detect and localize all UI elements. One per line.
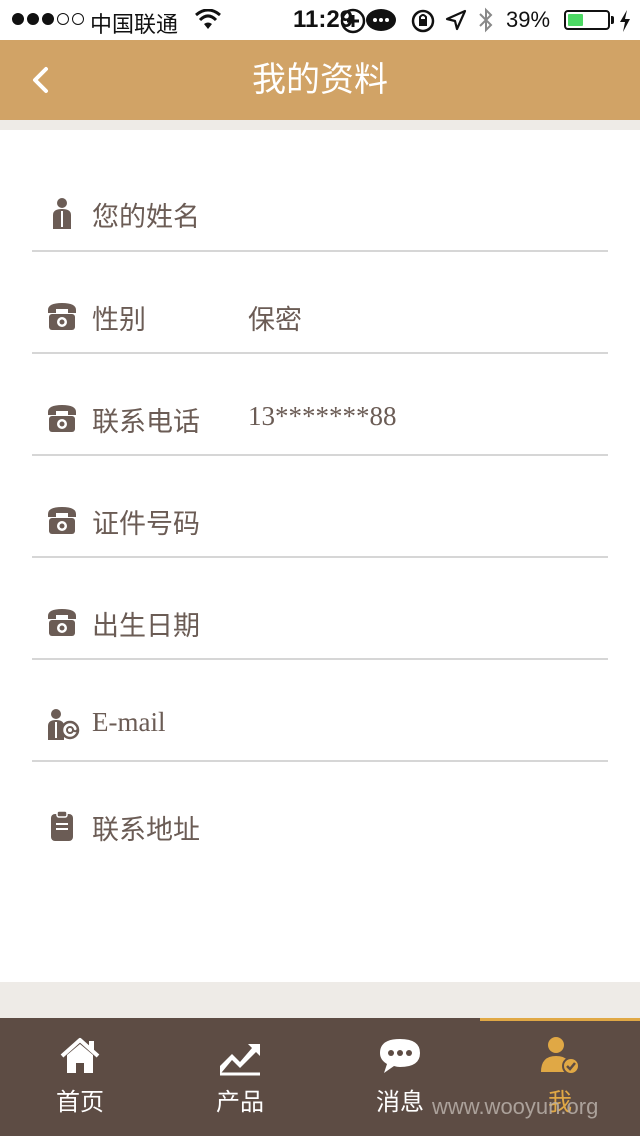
wifi-icon bbox=[195, 8, 221, 36]
charging-bolt-icon bbox=[618, 9, 632, 38]
field-name-row[interactable]: 您的姓名 bbox=[32, 150, 608, 252]
user-check-icon bbox=[538, 1036, 582, 1076]
field-label: 您的姓名 bbox=[92, 202, 200, 233]
tab-label: 产品 bbox=[216, 1088, 264, 1116]
nav-header: 我的资料 bbox=[0, 40, 640, 120]
battery-fill bbox=[568, 14, 583, 26]
user-mail-icon bbox=[46, 708, 80, 740]
field-email-row[interactable]: E-mail bbox=[32, 660, 608, 762]
battery-percent: 39% bbox=[506, 7, 551, 32]
phone-icon bbox=[46, 504, 78, 536]
field-label: 出生日期 bbox=[92, 611, 200, 642]
header-divider bbox=[0, 120, 640, 130]
watermark: www.wooyun.org bbox=[432, 1094, 599, 1119]
page-title: 我的资料 bbox=[252, 60, 388, 100]
field-label: E-mail bbox=[92, 707, 166, 737]
home-icon bbox=[58, 1036, 102, 1076]
clipboard-icon bbox=[46, 810, 78, 842]
phone-icon bbox=[46, 402, 78, 434]
field-phone-row[interactable]: 联系电话 13*******88 bbox=[32, 354, 608, 456]
battery-icon bbox=[564, 10, 610, 30]
plus-circle-icon bbox=[340, 8, 366, 39]
phone-icon bbox=[46, 300, 78, 332]
carrier-name: 中国联通 bbox=[90, 12, 179, 37]
gender-value: 保密 bbox=[248, 305, 302, 336]
field-label: 联系电话 bbox=[92, 407, 200, 438]
field-label: 联系地址 bbox=[92, 815, 200, 846]
field-label: 证件号码 bbox=[92, 509, 200, 540]
signal-strength-icon bbox=[12, 13, 84, 25]
field-address-row[interactable]: 联系地址 bbox=[32, 762, 608, 864]
bluetooth-icon bbox=[477, 7, 495, 38]
tab-home[interactable]: 首页 bbox=[0, 1018, 160, 1136]
tab-label: 首页 bbox=[56, 1088, 104, 1116]
chat-icon bbox=[365, 8, 397, 39]
location-arrow-icon bbox=[445, 9, 467, 36]
user-icon bbox=[46, 197, 78, 229]
status-bar: 中国联通 11:29 39% bbox=[0, 0, 640, 40]
phone-value: 13*******88 bbox=[248, 401, 397, 431]
chat-bubble-icon bbox=[378, 1036, 422, 1076]
tab-products[interactable]: 产品 bbox=[160, 1018, 320, 1136]
content-footer-spacer bbox=[0, 982, 640, 1018]
field-label: 性别 bbox=[92, 305, 146, 336]
rotation-lock-icon bbox=[410, 8, 436, 39]
phone-icon bbox=[46, 606, 78, 638]
profile-form: 您的姓名 性别 保密 联系电话 13*******88 证件号码 出生日期 E-… bbox=[0, 130, 640, 982]
trend-chart-icon bbox=[218, 1036, 262, 1076]
field-birthday-row[interactable]: 出生日期 bbox=[32, 558, 608, 660]
field-id-row[interactable]: 证件号码 bbox=[32, 456, 608, 558]
battery-tip bbox=[611, 16, 614, 24]
field-gender-row[interactable]: 性别 保密 bbox=[32, 252, 608, 354]
